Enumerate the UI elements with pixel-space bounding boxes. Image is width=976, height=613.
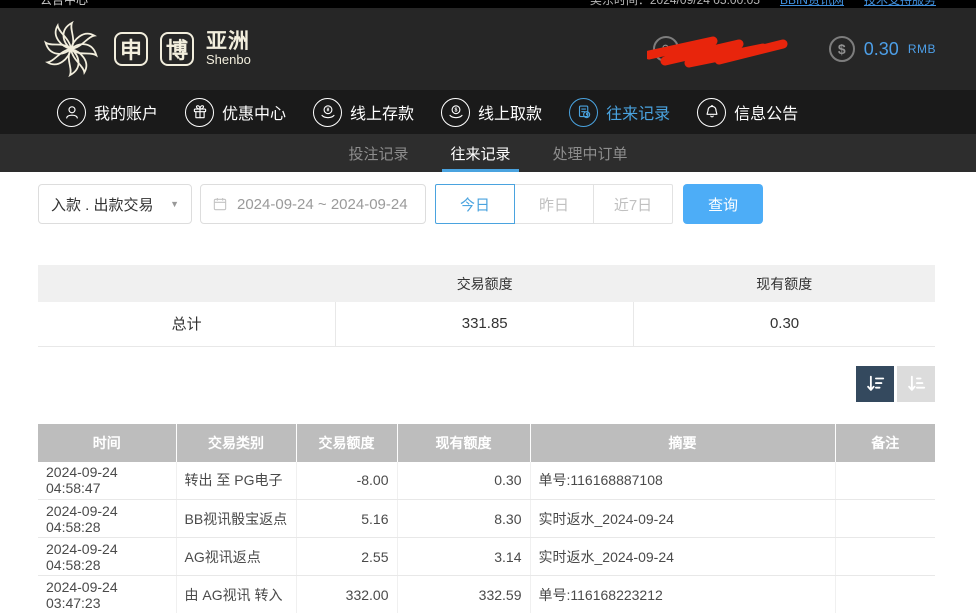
cell-note: [835, 500, 935, 538]
yesterday-button[interactable]: 昨日: [514, 184, 594, 224]
quick-date-buttons: 今日 昨日 近7日: [435, 184, 673, 224]
transactions-table: 时间 交易类别 交易额度 现有额度 摘要 备注 2024-09-24 04:58…: [38, 424, 935, 613]
table-header-row: 时间 交易类别 交易额度 现有额度 摘要 备注: [38, 424, 935, 462]
col-type: 交易类别: [176, 424, 296, 462]
search-button[interactable]: 查询: [683, 184, 763, 224]
nav-promotions[interactable]: 优惠中心: [185, 98, 286, 127]
username-area[interactable]: [653, 29, 803, 69]
table-row: 2024-09-24 03:47:23 由 AG视讯 转入 332.00 332…: [38, 576, 935, 613]
col-balance: 现有额度: [397, 424, 530, 462]
tech-support-link[interactable]: 技术支持服务: [864, 0, 936, 8]
svg-text:¥: ¥: [326, 108, 329, 114]
top-utility-bar: 公告中心 美东时间：2024/09/24 05:00:05 BBIN资讯网 技术…: [0, 0, 976, 8]
balance-amount: 0.30: [864, 39, 899, 60]
announcement-center-link[interactable]: 公告中心: [40, 0, 88, 8]
bbin-news-link[interactable]: BBIN资讯网: [780, 0, 844, 8]
col-amount: 交易额度: [296, 424, 397, 462]
gift-icon: [185, 98, 214, 127]
cell-amount: 2.55: [296, 538, 397, 576]
table-row: 2024-09-24 04:58:47 转出 至 PG电子 -8.00 0.30…: [38, 462, 935, 500]
filter-bar: 入款 . 出款交易 ▼ 2024-09-24 ~ 2024-09-24 今日 昨…: [38, 184, 935, 224]
cell-balance: 0.30: [397, 462, 530, 500]
cell-note: [835, 462, 935, 500]
sort-ascending-button[interactable]: [897, 366, 935, 402]
nav-withdraw[interactable]: $ 线上取款: [441, 98, 542, 127]
cell-type: BB视讯骰宝返点: [176, 500, 296, 538]
summary-total-row: 总计 331.85 0.30: [38, 302, 935, 346]
cell-balance: 3.14: [397, 538, 530, 576]
nav-my-account[interactable]: 我的账户: [57, 98, 158, 127]
col-time: 时间: [38, 424, 176, 462]
sort-asc-icon: [905, 373, 927, 395]
sort-descending-button[interactable]: [856, 366, 894, 402]
table-row: 2024-09-24 04:58:28 AG视讯返点 2.55 3.14 实时返…: [38, 538, 935, 576]
tab-transaction-records[interactable]: 往来记录: [442, 134, 518, 172]
transaction-type-select[interactable]: 入款 . 出款交易 ▼: [38, 184, 192, 224]
nav-deposit[interactable]: ¥ 线上存款: [313, 98, 414, 127]
balance-display[interactable]: $ 0.30 RMB: [829, 36, 936, 62]
cell-time: 2024-09-24 04:58:28: [38, 500, 176, 538]
summary-total-label: 总计: [38, 302, 336, 346]
cell-summary: 单号:116168887108: [530, 462, 835, 500]
user-icon: [57, 98, 86, 127]
cell-note: [835, 576, 935, 613]
cell-balance: 332.59: [397, 576, 530, 613]
flower-logo-icon: [40, 18, 102, 80]
col-note: 备注: [835, 424, 935, 462]
redaction-scribble: [647, 33, 789, 69]
server-time: 美东时间：2024/09/24 05:00:05: [590, 0, 760, 8]
cell-summary: 实时返水_2024-09-24: [530, 538, 835, 576]
summary-col-balance: 现有额度: [634, 265, 935, 302]
records-icon: [569, 98, 598, 127]
cell-summary: 实时返水_2024-09-24: [530, 500, 835, 538]
cell-amount: 5.16: [296, 500, 397, 538]
chevron-down-icon: ▼: [170, 199, 179, 209]
summary-col-trade: 交易额度: [336, 265, 634, 302]
last7days-button[interactable]: 近7日: [593, 184, 673, 224]
withdraw-icon: $: [441, 98, 470, 127]
cell-time: 2024-09-24 04:58:28: [38, 538, 176, 576]
summary-total-balance: 0.30: [634, 302, 935, 346]
sort-desc-icon: [864, 373, 886, 395]
cell-balance: 8.30: [397, 500, 530, 538]
cell-type: AG视讯返点: [176, 538, 296, 576]
summary-col-empty: [38, 265, 336, 302]
svg-text:$: $: [454, 108, 457, 114]
bell-icon: [697, 98, 726, 127]
summary-total-trade: 331.85: [336, 302, 634, 346]
cell-time: 2024-09-24 03:47:23: [38, 576, 176, 613]
cell-time: 2024-09-24 04:58:47: [38, 462, 176, 500]
main-nav: 我的账户 优惠中心 ¥ 线上存款 $ 线上取款 往来记录 信息公告: [0, 90, 976, 134]
tab-pending-orders[interactable]: 处理中订单: [545, 134, 636, 172]
logo-subtitle: Shenbo: [206, 53, 251, 67]
deposit-icon: ¥: [313, 98, 342, 127]
cell-type: 由 AG视讯 转入: [176, 576, 296, 613]
sub-nav: 投注记录 往来记录 处理中订单: [0, 134, 976, 172]
col-summary: 摘要: [530, 424, 835, 462]
logo-char-shen: 申: [114, 32, 148, 66]
summary-table: 交易额度 现有额度 总计 331.85 0.30: [38, 265, 935, 347]
cell-type: 转出 至 PG电子: [176, 462, 296, 500]
cell-note: [835, 538, 935, 576]
calendar-icon: [212, 196, 228, 212]
nav-announcements[interactable]: 信息公告: [697, 98, 798, 127]
summary-header-row: 交易额度 现有额度: [38, 265, 935, 302]
table-row: 2024-09-24 04:58:28 BB视讯骰宝返点 5.16 8.30 实…: [38, 500, 935, 538]
logo-char-bo: 博: [160, 32, 194, 66]
cell-amount: 332.00: [296, 576, 397, 613]
tab-betting-records[interactable]: 投注记录: [340, 134, 416, 172]
logo-region-text: 亚洲: [206, 31, 251, 53]
main-content: 入款 . 出款交易 ▼ 2024-09-24 ~ 2024-09-24 今日 昨…: [0, 172, 976, 613]
nav-transaction-records[interactable]: 往来记录: [569, 98, 670, 127]
cell-summary: 单号:116168223212: [530, 576, 835, 613]
shenbo-logo[interactable]: 申 博 亚洲 Shenbo: [40, 18, 251, 80]
today-button[interactable]: 今日: [435, 184, 515, 224]
dollar-icon: $: [829, 36, 855, 62]
site-header: 申 博 亚洲 Shenbo $ 0.30 RMB: [0, 8, 976, 90]
balance-currency: RMB: [908, 42, 936, 56]
cell-amount: -8.00: [296, 462, 397, 500]
date-range-input[interactable]: 2024-09-24 ~ 2024-09-24: [200, 184, 426, 224]
sort-controls: [38, 366, 935, 402]
